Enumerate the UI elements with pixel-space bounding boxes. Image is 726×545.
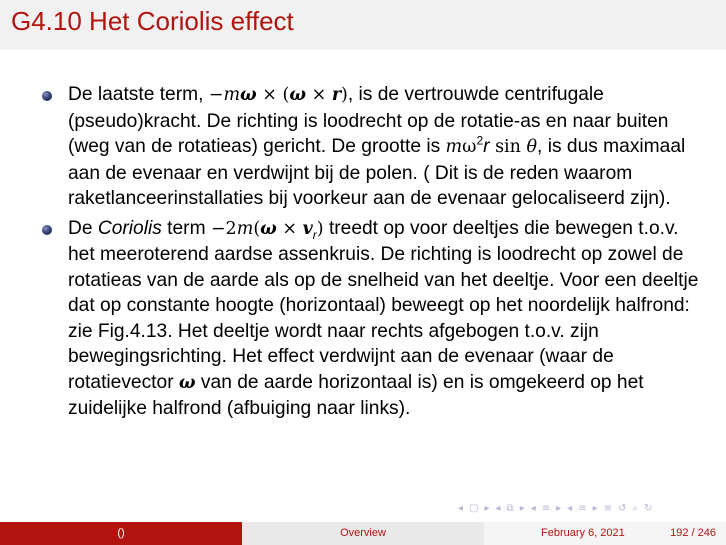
slide-content: De laatste term, −mω × (ω × r), is de ve… <box>40 82 700 422</box>
nav-prev-section-icon[interactable]: ◂ <box>567 503 572 514</box>
math-omega: ω <box>289 85 307 105</box>
math-omega: ω <box>260 218 277 239</box>
math-minus: − <box>208 85 224 105</box>
math-theta: θ <box>526 137 538 157</box>
nav-search-icon[interactable]: ⌕ <box>632 503 638 514</box>
nav-frame-icon[interactable]: ⧉ <box>507 503 514 514</box>
nav-subsection-icon[interactable]: ≡ <box>542 503 550 514</box>
math-m: m <box>223 85 241 105</box>
bullet-item-coriolis: De Coriolis term −2m(ω × vr) treedt op v… <box>40 216 700 422</box>
text-run: De <box>68 217 98 239</box>
footer-page-number: 192 / 246 <box>670 527 716 539</box>
nav-next-slide-icon[interactable]: ▸ <box>484 503 489 514</box>
bullet-icon <box>42 224 52 235</box>
footer: () Overview February 6, 2021 192 / 246 <box>0 522 726 545</box>
nav-menu-icon[interactable]: ≡ <box>604 503 612 514</box>
bullet-icon <box>42 91 52 101</box>
math-coefficient: −2 <box>210 218 237 239</box>
nav-slide-icon[interactable]: ▢ <box>469 503 478 514</box>
nav-prev-subsection-icon[interactable]: ◂ <box>531 503 536 514</box>
footer-info: February 6, 2021 192 / 246 <box>484 522 726 545</box>
math-close-paren: ) <box>316 218 324 239</box>
math-times: × ( <box>256 85 290 105</box>
nav-prev-frame-icon[interactable]: ◂ <box>496 503 501 514</box>
slide-title: G4.10 Het Coriolis effect <box>11 6 294 36</box>
title-bar: G4.10 Het Coriolis effect <box>0 0 726 50</box>
bullet-item-centrifugal: De laatste term, −mω × (ω × r), is de ve… <box>40 82 700 212</box>
nav-section-icon[interactable]: ≡ <box>578 503 586 514</box>
math-omega: ω <box>178 372 196 393</box>
math-omega: ω <box>240 85 257 105</box>
beamer-navigation: ◂ ▢ ▸ ◂ ⧉ ▸ ◂ ≡ ▸ ◂ ≡ ▸ ≡ ↺ ⌕ ↻ <box>458 502 652 514</box>
coriolis-term: Coriolis <box>97 217 162 239</box>
math-omega: ω <box>462 137 477 157</box>
math-times: × <box>276 218 303 239</box>
footer-author: () <box>0 522 242 545</box>
text-run: term <box>161 217 211 239</box>
nav-prev-slide-icon[interactable]: ◂ <box>458 503 463 514</box>
math-v-vector: v <box>302 218 313 239</box>
math-m: m <box>445 137 463 157</box>
math-close-paren: ) <box>341 85 348 105</box>
nav-next-section-icon[interactable]: ▸ <box>593 503 598 514</box>
math-m: m <box>236 218 254 239</box>
footer-date: February 6, 2021 <box>541 527 625 539</box>
nav-forward-icon[interactable]: ↻ <box>644 503 652 514</box>
nav-next-subsection-icon[interactable]: ▸ <box>556 503 561 514</box>
math-sin: sin <box>489 137 527 157</box>
math-times: × <box>306 85 332 105</box>
text-run: De laatste term, <box>68 84 209 105</box>
nav-next-frame-icon[interactable]: ▸ <box>520 503 525 514</box>
footer-title: Overview <box>242 522 484 545</box>
text-run: treedt op voor deeltjes die bewegen t.o.… <box>68 217 699 393</box>
math-r-vector: r <box>331 85 342 105</box>
nav-back-icon[interactable]: ↺ <box>618 503 626 514</box>
